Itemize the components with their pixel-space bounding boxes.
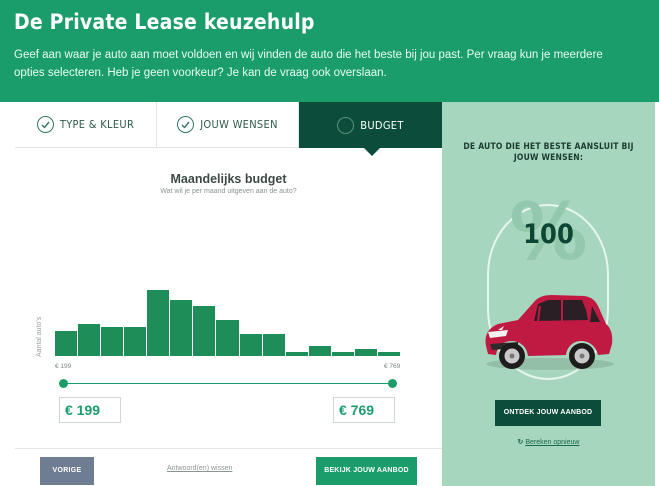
- tab-label: TYPE & KLEUR: [59, 118, 135, 131]
- histogram-min-label: € 199: [55, 363, 72, 370]
- histogram-bar: [331, 352, 354, 356]
- active-tab-pointer: [364, 148, 380, 156]
- histogram-bar: [239, 334, 262, 356]
- histogram-max-label: € 769: [384, 363, 401, 370]
- range-slider-track[interactable]: [63, 383, 393, 384]
- tab-jouw-wensen[interactable]: JOUW WENSEN: [157, 102, 299, 148]
- histogram-bar: [170, 300, 193, 356]
- histogram-bar: [78, 324, 101, 356]
- view-offer-button[interactable]: BEKIJK JOUW AANBOD: [316, 457, 417, 485]
- tab-label: JOUW WENSEN: [200, 118, 278, 131]
- car-image: [485, 295, 614, 370]
- tab-type-kleur[interactable]: TYPE & KLEUR: [15, 102, 157, 148]
- histogram-y-label: Aantal auto's: [36, 316, 43, 357]
- max-budget-field[interactable]: € 769: [333, 397, 395, 423]
- tab-label: BUDGET: [360, 118, 404, 132]
- histogram-bar: [55, 331, 78, 356]
- histogram-bar: [216, 320, 239, 356]
- question-title: Maandelijks budget: [170, 172, 287, 186]
- refresh-icon: ↻: [517, 439, 524, 446]
- result-panel: DE AUTO DIE HET BESTE AANSLUIT BIJ JOUW …: [442, 102, 655, 486]
- empty-circle-icon: [337, 116, 355, 134]
- range-slider-min-handle[interactable]: [59, 379, 68, 388]
- histogram-bar: [308, 346, 331, 356]
- histogram-bar: [354, 349, 377, 356]
- questionnaire-card: TYPE & KLEUR JOUW WENSEN BUDGET Maandeli…: [15, 102, 442, 486]
- check-circle-icon: [36, 116, 54, 133]
- clear-answers-link[interactable]: Antwoord(en) wissen: [167, 465, 232, 472]
- match-score: 100: [523, 219, 574, 250]
- histogram-bar: [285, 352, 308, 356]
- budget-histogram: [55, 290, 401, 356]
- question-subtitle: Wat wil je per maand uitgeven aan de aut…: [160, 188, 297, 195]
- footer-divider: [15, 448, 442, 449]
- hero-banner: De Private Lease keuzehulp Geef aan waar…: [0, 0, 659, 102]
- histogram-bar: [262, 334, 285, 356]
- min-budget-field[interactable]: € 199: [59, 397, 121, 423]
- histogram-bar: [101, 327, 124, 356]
- tab-budget[interactable]: BUDGET: [299, 102, 442, 148]
- recalculate-link[interactable]: ↻ Bereken opnieuw: [442, 438, 655, 446]
- histogram-bar: [147, 290, 170, 356]
- page-title: De Private Lease keuzehulp: [14, 10, 315, 34]
- range-slider-max-handle[interactable]: [388, 379, 397, 388]
- discover-offer-button[interactable]: ONTDEK JOUW AANBOD: [495, 400, 601, 426]
- recalculate-label: Bereken opnieuw: [525, 439, 580, 446]
- previous-button[interactable]: VORIGE: [40, 457, 94, 485]
- histogram-bar: [124, 327, 147, 356]
- page-intro: Geef aan waar je auto aan moet voldoen e…: [14, 49, 603, 79]
- result-title: DE AUTO DIE HET BESTE AANSLUIT BIJ JOUW …: [463, 142, 634, 163]
- histogram-bar: [377, 352, 400, 356]
- check-circle-icon: [177, 116, 195, 133]
- histogram-bar: [193, 306, 216, 356]
